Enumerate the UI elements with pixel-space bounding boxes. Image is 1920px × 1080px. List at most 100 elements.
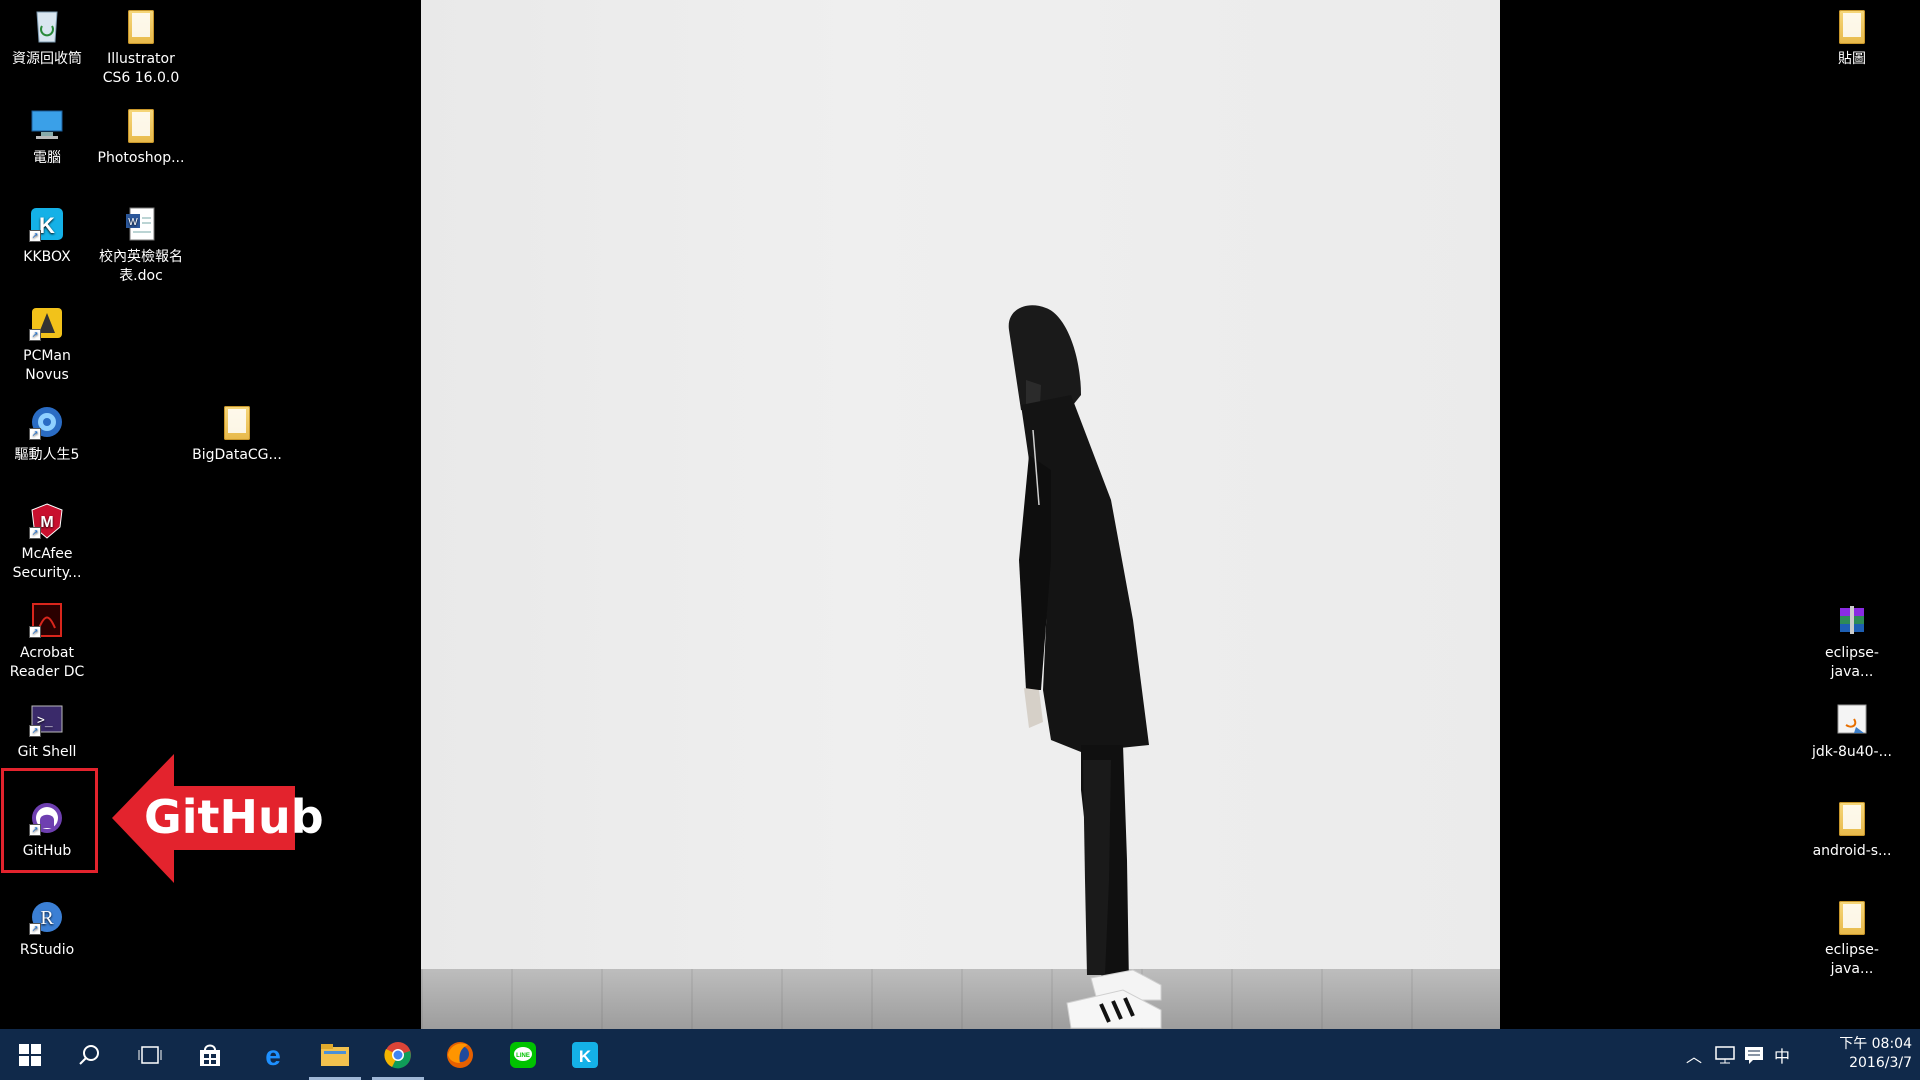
svg-text:K: K <box>579 1047 592 1066</box>
search-icon <box>79 1044 99 1065</box>
svg-text:K: K <box>39 213 55 238</box>
folder-icon <box>217 402 257 442</box>
word-document-icon: W <box>121 204 161 244</box>
desktop-icon-label: BigDataCG... <box>192 447 282 463</box>
clock-date: 2016/3/7 <box>1849 1055 1912 1071</box>
edge-button[interactable]: e <box>243 1029 303 1080</box>
desktop-icon-label: 驅動人生5 <box>14 447 80 463</box>
desktop-icon-eclipse-folder[interactable]: eclipse-java... <box>1805 891 1899 979</box>
desktop-icon-recycle-bin[interactable]: 資源回收筒 <box>0 0 94 69</box>
desktop-icon-pcman-novus[interactable]: ↗ PCMan Novus <box>0 297 94 385</box>
edge-icon: e <box>265 1041 281 1069</box>
kkbox-icon: K ↗ <box>27 204 67 244</box>
chrome-button[interactable] <box>368 1029 428 1080</box>
desktop-icon-label: Git Shell <box>17 744 77 760</box>
kkbox-taskbar-button[interactable]: K <box>555 1029 615 1080</box>
desktop-icon-mcafee[interactable]: M ↗ McAfee Security... <box>0 495 94 583</box>
windows-logo-icon <box>19 1043 41 1066</box>
kkbox-icon: K <box>572 1041 598 1068</box>
desktop-icon-label: PCMan Novus <box>23 348 71 383</box>
desktop-icon-bigdatacg[interactable]: BigDataCG... <box>190 396 284 465</box>
folder-icon <box>121 105 161 145</box>
shortcut-arrow-icon: ↗ <box>29 428 41 440</box>
desktop-icon-label: eclipse-java... <box>1825 942 1879 977</box>
desktop-icon-stickers[interactable]: 貼圖 <box>1805 0 1899 69</box>
search-button[interactable] <box>60 1029 120 1080</box>
svg-text:M: M <box>40 514 53 531</box>
terminal-icon: >_ ↗ <box>27 699 67 739</box>
desktop-icon-label: Photoshop... <box>97 150 185 166</box>
desktop-icon-label: eclipse-java... <box>1825 645 1879 680</box>
desktop-icon-eclipse-archive[interactable]: eclipse-java... <box>1805 594 1899 682</box>
file-explorer-button[interactable] <box>305 1029 365 1080</box>
chevron-up-icon[interactable]: ︿ <box>1686 1043 1702 1067</box>
github-highlight-box <box>1 768 98 873</box>
desktop-icon-kkbox[interactable]: K ↗ KKBOX <box>0 198 94 267</box>
desktop-icon-photoshop[interactable]: Photoshop... <box>94 99 188 168</box>
folder-icon <box>1832 6 1872 46</box>
store-button[interactable] <box>180 1029 240 1080</box>
rstudio-icon: R ↗ <box>27 897 67 937</box>
input-method-indicator[interactable]: 中 <box>1774 1043 1790 1067</box>
desktop-icon-driver-life[interactable]: ↗ 驅動人生5 <box>0 396 94 465</box>
task-view-icon <box>138 1045 162 1064</box>
svg-text:LINE: LINE <box>516 1053 530 1059</box>
desktop-icon-label: Illustrator CS6 16.0.0 <box>102 51 180 86</box>
desktop-icon-label: 貼圖 <box>1838 51 1866 67</box>
folder-icon <box>1832 897 1872 937</box>
start-button[interactable] <box>0 1029 60 1080</box>
shortcut-arrow-icon: ↗ <box>29 923 41 935</box>
shortcut-arrow-icon: ↗ <box>29 626 41 638</box>
desktop-icon-label: 電腦 <box>33 150 61 166</box>
action-center-icon[interactable] <box>1744 1045 1764 1065</box>
acrobat-icon: ↗ <box>27 600 67 640</box>
java-installer-icon <box>1832 699 1872 739</box>
shortcut-arrow-icon: ↗ <box>29 527 41 539</box>
folder-icon <box>1832 798 1872 838</box>
line-button[interactable]: LINE <box>493 1029 553 1080</box>
task-view-button[interactable] <box>120 1029 180 1080</box>
desktop-icon-label: Acrobat Reader DC <box>9 645 85 680</box>
winrar-archive-icon <box>1832 600 1872 640</box>
firefox-button[interactable] <box>430 1029 490 1080</box>
desktop-icon-label: 資源回收筒 <box>12 51 82 67</box>
desktop-icon-label: android-s... <box>1812 843 1892 859</box>
pcman-icon: ↗ <box>27 303 67 343</box>
chrome-icon <box>384 1041 411 1068</box>
svg-text:R: R <box>40 907 54 929</box>
store-icon <box>200 1044 220 1066</box>
recycle-bin-icon <box>27 6 67 46</box>
shortcut-arrow-icon: ↗ <box>29 725 41 737</box>
firefox-icon <box>447 1041 473 1068</box>
callout-label: GitHub <box>144 790 324 844</box>
desktop-icon-git-shell[interactable]: >_ ↗ Git Shell <box>0 693 94 762</box>
mcafee-shield-icon: M ↗ <box>27 501 67 541</box>
shortcut-arrow-icon: ↗ <box>29 329 41 341</box>
svg-text:W: W <box>128 217 138 228</box>
desktop-icon-rstudio[interactable]: R ↗ RStudio <box>0 891 94 960</box>
gear-icon: ↗ <box>27 402 67 442</box>
desktop-icon-word-doc[interactable]: W 校內英檢報名表.doc <box>94 198 188 286</box>
desktop-icon-jdk-installer[interactable]: jdk-8u40-... <box>1805 693 1899 762</box>
hooded-figure <box>1008 305 1162 1029</box>
desktop-icon-label: KKBOX <box>23 249 71 265</box>
file-explorer-icon <box>321 1043 349 1066</box>
system-tray: ︿ 中 下午 08:04 2016/3/7 <box>1680 1029 1920 1080</box>
desktop-icon-label: 校內英檢報名表.doc <box>99 249 183 284</box>
taskbar: e LINE K ︿ 中 下午 08:04 2016/3/7 <box>0 1029 1920 1080</box>
desktop-icon-computer[interactable]: 電腦 <box>0 99 94 168</box>
desktop-icon-android-sdk[interactable]: android-s... <box>1805 792 1899 861</box>
folder-icon <box>121 6 161 46</box>
desktop-wallpaper <box>421 0 1500 1029</box>
svg-text:e: e <box>265 1041 281 1069</box>
desktop-icon-acrobat[interactable]: ↗ Acrobat Reader DC <box>0 594 94 682</box>
clock[interactable]: 下午 08:04 2016/3/7 <box>1839 1035 1912 1073</box>
desktop-icon-illustrator[interactable]: Illustrator CS6 16.0.0 <box>94 0 188 88</box>
desktop-icon-label: RStudio <box>19 942 75 958</box>
line-icon: LINE <box>510 1041 536 1068</box>
desktop-icon-label: McAfee Security... <box>12 546 82 581</box>
network-icon[interactable] <box>1714 1045 1736 1065</box>
desktop-icon-label: jdk-8u40-... <box>1812 744 1892 760</box>
computer-icon <box>27 105 67 145</box>
shortcut-arrow-icon: ↗ <box>29 230 41 242</box>
